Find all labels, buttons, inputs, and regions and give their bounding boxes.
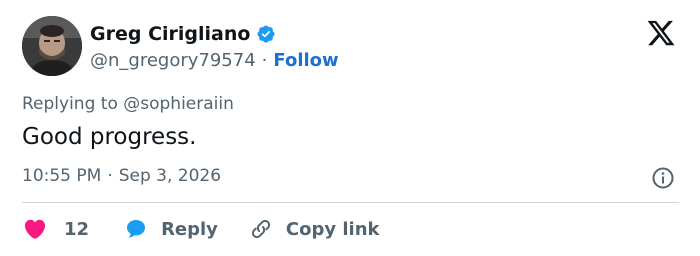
tweet-text: Good progress. <box>22 124 197 150</box>
copy-link-label: Copy link <box>285 218 380 240</box>
reply-label: Reply <box>161 218 218 240</box>
heart-icon <box>24 219 46 239</box>
author-name[interactable]: Greg Cirigliano <box>90 23 250 45</box>
tweet-date: Sep 3, 2026 <box>118 166 222 186</box>
reply-context-prefix: Replying to <box>22 94 118 114</box>
avatar-image <box>22 16 82 76</box>
chat-bubble-icon <box>127 220 146 238</box>
divider <box>22 202 679 203</box>
reply-context: Replying to @sophieraiin <box>22 94 234 114</box>
tweet-embed-card: Greg Cirigliano @n_gregory79574 · Follow… <box>0 0 700 256</box>
copy-link-button[interactable]: Copy link <box>248 217 380 241</box>
reply-button[interactable]: Reply <box>123 217 218 241</box>
follow-button[interactable]: Follow <box>273 50 338 71</box>
tweet-time: 10:55 PM <box>22 166 102 186</box>
author-name-row: Greg Cirigliano <box>90 20 276 48</box>
separator-dot: · <box>107 166 113 186</box>
separator-dot: · <box>261 49 268 71</box>
like-count: 12 <box>64 218 90 240</box>
reply-mention-link[interactable]: @sophieraiin <box>123 94 234 114</box>
link-icon <box>251 219 271 239</box>
avatar[interactable] <box>22 16 82 76</box>
author-handle[interactable]: @n_gregory79574 <box>90 50 256 71</box>
verified-badge-icon <box>256 24 276 44</box>
info-icon[interactable] <box>651 166 675 190</box>
action-bar: 12 Reply Copy link <box>22 214 380 244</box>
author-handle-row: @n_gregory79574 · Follow <box>90 48 339 72</box>
tweet-timestamp[interactable]: 10:55 PM · Sep 3, 2026 <box>22 166 221 186</box>
like-button[interactable]: 12 <box>22 217 89 241</box>
x-logo-icon[interactable] <box>646 18 676 48</box>
